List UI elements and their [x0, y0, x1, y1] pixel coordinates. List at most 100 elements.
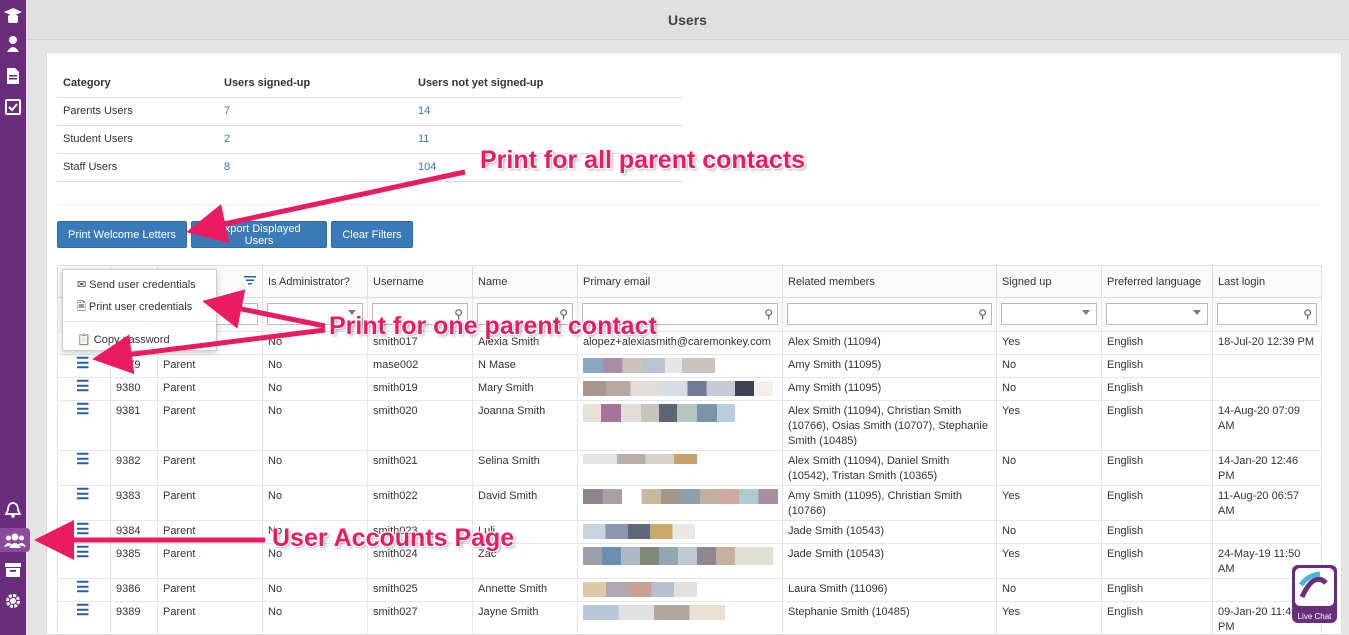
name-cell: Annette Smith — [472, 578, 578, 602]
signed-up-count-link[interactable]: 7 — [224, 105, 230, 117]
redacted-email — [583, 358, 715, 373]
export-displayed-users-button[interactable]: Export Displayed Users — [191, 221, 327, 248]
summary-header-row: Category Users signed-up Users not yet s… — [57, 69, 683, 98]
print-welcome-letters-button[interactable]: Print Welcome Letters — [57, 221, 187, 248]
clear-filters-button[interactable]: Clear Filters — [331, 221, 413, 248]
row-context-menu: ✉ Send user credentials 🗎 Print user cre… — [62, 269, 217, 351]
last-login-filter-input[interactable]: ⚲ — [1217, 303, 1317, 325]
table-row: ☰ 9382 Parent No smith021 Selina Smith A… — [57, 450, 1322, 486]
row-menu-cell: ☰ — [57, 354, 111, 378]
sort-icon[interactable] — [244, 275, 256, 285]
document-icon[interactable] — [3, 66, 23, 86]
signed-up-count-link[interactable]: 8 — [224, 161, 230, 173]
grid-header[interactable]: Preferred language — [1101, 265, 1213, 298]
grid-header[interactable]: Related members — [782, 265, 997, 298]
calendar-check-icon[interactable] — [3, 96, 23, 116]
grid-header[interactable]: Username — [367, 265, 473, 298]
email-cell-redacted — [577, 520, 783, 544]
annotation-print-one: Print for one parent contact — [329, 312, 657, 340]
row-menu-cell: ☰ — [57, 400, 111, 451]
username-cell: smith021 — [367, 450, 473, 486]
row-menu-icon[interactable]: ☰ — [63, 545, 105, 560]
graduate-icon[interactable] — [3, 6, 23, 26]
users-icon[interactable] — [0, 528, 30, 552]
admin-cell: No — [262, 450, 368, 486]
not-signed-up-count-link[interactable]: 104 — [418, 161, 436, 173]
id-cell: 9382 — [110, 450, 158, 486]
related-cell: Alex Smith (11094), Christian Smith (107… — [782, 400, 997, 451]
related-cell: Amy Smith (11095) — [782, 354, 997, 378]
type-cell: Parent — [157, 578, 263, 602]
lang-cell: English — [1101, 578, 1213, 602]
id-cell: 9386 — [110, 578, 158, 602]
signed-cell: Yes — [996, 400, 1102, 451]
live-chat-button[interactable]: Live Chat — [1292, 565, 1337, 623]
last-login-cell: 18-Jul-20 12:39 PM — [1212, 331, 1322, 355]
table-row: ☰ 9386 Parent No smith025 Annette Smith … — [57, 578, 1322, 602]
redacted-email — [583, 524, 695, 539]
admin-cell: No — [262, 400, 368, 451]
send-credentials-menu-item[interactable]: ✉ Send user credentials — [77, 278, 196, 291]
related-cell: Jade Smith (10543) — [782, 520, 997, 544]
row-menu-icon[interactable]: ☰ — [63, 487, 105, 502]
related-cell: Amy Smith (11095) — [782, 377, 997, 401]
signed-cell: No — [996, 520, 1102, 544]
lang-cell: English — [1101, 354, 1213, 378]
redacted-email — [583, 605, 725, 620]
grid-header[interactable]: Last login — [1212, 265, 1322, 298]
redacted-email — [583, 381, 773, 396]
id-cell: 9389 — [110, 601, 158, 635]
row-menu-cell: ☰ — [57, 450, 111, 486]
lang-cell: English — [1101, 400, 1213, 451]
username-cell: smith025 — [367, 578, 473, 602]
signed-cell: Yes — [996, 485, 1102, 521]
related-cell: Amy Smith (11095), Christian Smith (1076… — [782, 485, 997, 521]
table-row: ☰ 9383 Parent No smith022 David Smith Am… — [57, 485, 1322, 521]
not-signed-up-count-link[interactable]: 14 — [418, 105, 430, 117]
email-cell-redacted — [577, 450, 783, 486]
table-row: ☰ 9380 Parent No smith019 Mary Smith Amy… — [57, 377, 1322, 401]
not-signed-up-count-link[interactable]: 11 — [418, 133, 429, 145]
annotation-user-accounts: User Accounts Page — [272, 524, 515, 552]
grid-header[interactable]: Primary email — [577, 265, 783, 298]
related-cell: Laura Smith (11096) — [782, 578, 997, 602]
print-credentials-menu-item[interactable]: 🗎 Print user credentials — [77, 298, 192, 317]
last-login-cell — [1212, 354, 1322, 378]
row-menu-cell: ☰ — [57, 520, 111, 544]
signed-cell: No — [996, 377, 1102, 401]
type-cell: Parent — [157, 601, 263, 635]
grid-header[interactable]: Is Administrator? — [262, 265, 368, 298]
language-filter-select[interactable] — [1106, 303, 1208, 325]
row-menu-icon[interactable]: ☰ — [63, 580, 105, 595]
print-credentials-label: Print user credentials — [88, 301, 193, 313]
signed-up-filter-select[interactable] — [1001, 303, 1097, 325]
summary-header: Users not yet signed-up — [412, 69, 683, 98]
related-cell: Alex Smith (11094) — [782, 331, 997, 355]
name-cell: Jayne Smith — [472, 601, 578, 635]
related-cell: Alex Smith (11094), Daniel Smith (10542)… — [782, 450, 997, 486]
id-cell: 9381 — [110, 400, 158, 451]
row-menu-icon[interactable]: ☰ — [63, 603, 105, 618]
row-menu-icon[interactable]: ☰ — [63, 522, 105, 537]
row-menu-icon[interactable]: ☰ — [63, 402, 105, 417]
related-filter-input[interactable]: ⚲ — [787, 303, 992, 325]
grid-header[interactable]: Signed up — [996, 265, 1102, 298]
row-menu-icon[interactable]: ☰ — [63, 379, 105, 394]
username-cell: mase002 — [367, 354, 473, 378]
table-row: ☰ 9389 Parent No smith027 Jayne Smith St… — [57, 601, 1322, 635]
copy-password-menu-item[interactable]: 📋 Copy password — [77, 333, 170, 346]
lang-cell: English — [1101, 543, 1213, 579]
user-icon[interactable] — [3, 34, 23, 54]
redacted-email — [583, 454, 697, 464]
signed-up-count-link[interactable]: 2 — [224, 133, 230, 145]
lang-cell: English — [1101, 485, 1213, 521]
type-cell: Parent — [157, 520, 263, 544]
row-menu-icon[interactable]: ☰ — [63, 356, 105, 371]
bell-icon[interactable] — [3, 500, 23, 520]
archive-icon[interactable] — [3, 560, 23, 580]
gear-icon[interactable] — [3, 591, 23, 611]
row-menu-icon[interactable]: ☰ — [63, 452, 105, 467]
row-menu-cell: ☰ — [57, 543, 111, 579]
grid-header[interactable]: Name — [472, 265, 578, 298]
admin-cell: No — [262, 578, 368, 602]
